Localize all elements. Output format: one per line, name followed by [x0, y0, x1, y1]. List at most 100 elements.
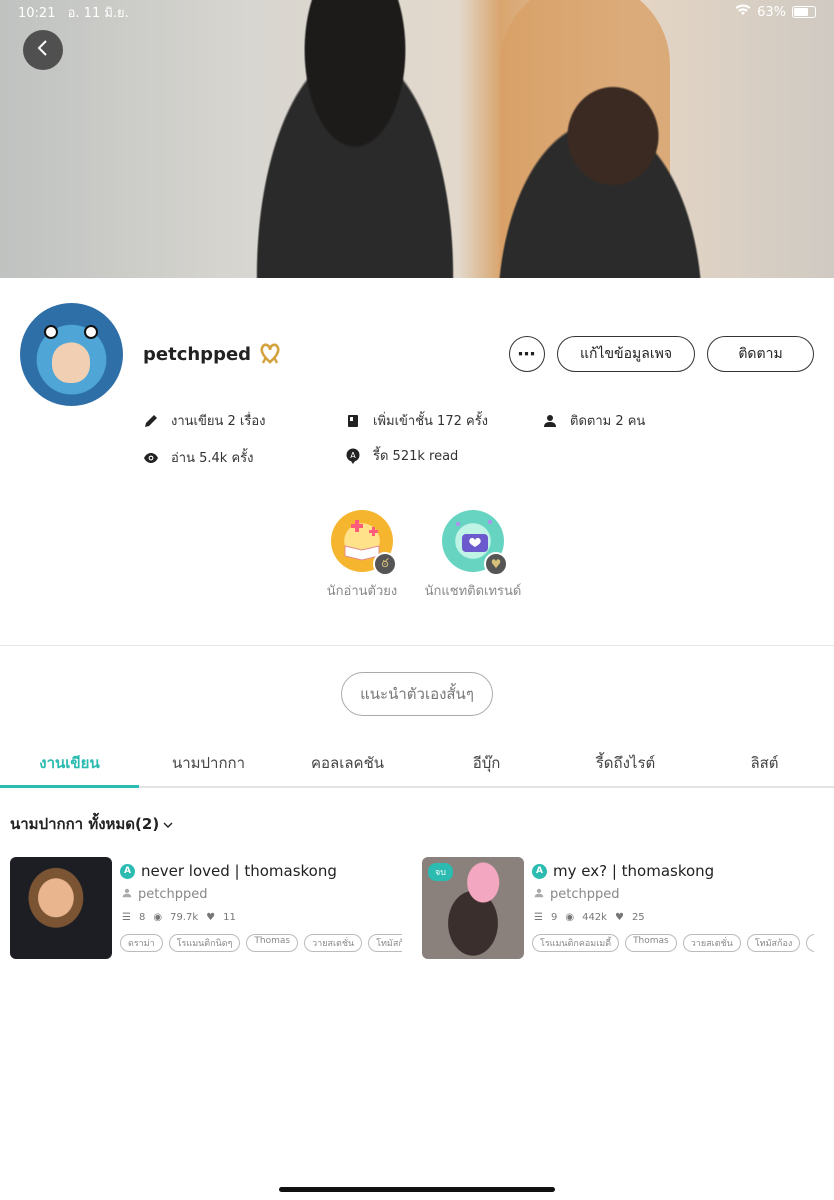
- status-time: 10:21: [18, 5, 56, 21]
- gold-knot-icon: [257, 341, 283, 367]
- tab-read-to-writer[interactable]: รี้ดถึงไรต์: [556, 740, 695, 786]
- badge-trending-chatter[interactable]: ♥ นักแชทติดเทรนด์: [423, 510, 523, 601]
- status-time-date: 10:21 อ. 11 มิ.ย.: [18, 2, 129, 23]
- story-tag[interactable]: โรแมนติกนิดๆ: [168, 934, 241, 952]
- battery-percent: 63%: [757, 4, 786, 20]
- tab-works[interactable]: งานเขียน: [0, 740, 139, 788]
- more-options-button[interactable]: ⋯: [509, 336, 545, 372]
- avatar-face: [52, 343, 90, 383]
- status-bar: 10:21 อ. 11 มิ.ย. 63%: [0, 0, 834, 24]
- story-title: A my ex? | thomaskong: [532, 862, 714, 880]
- story-tag[interactable]: วายสเตชั่น: [304, 934, 363, 952]
- svg-text:A: A: [350, 451, 356, 460]
- stat-shelf-text: เพิ่มเข้าชั้น 172 ครั้ง: [373, 414, 489, 429]
- chevron-down-icon: [163, 815, 173, 833]
- story-tag[interactable]: วายสเตชั่น: [682, 934, 741, 952]
- tab-collections[interactable]: คอลเลคชัน: [278, 740, 417, 786]
- open-book-badge-icon: ఠ: [331, 510, 397, 576]
- cover-figure-left: [230, 0, 480, 278]
- story-tags: ดราม่า โรแมนติกนิดๆ Thomas วายสเตชั่น โท…: [120, 934, 402, 952]
- chevron-left-icon: [36, 38, 50, 63]
- story-tag[interactable]: โทมัสก้อง: [746, 934, 801, 952]
- story-title: A never loved | thomaskong: [120, 862, 337, 880]
- stat-followers-text: ติดตาม 2 คน: [570, 414, 646, 429]
- profile-name-text: petchpped: [143, 343, 252, 365]
- story-author[interactable]: petchpped: [122, 887, 208, 902]
- pen-name-filter[interactable]: นามปากกา ทั้งหมด(2): [10, 812, 173, 836]
- wifi-icon: [735, 4, 751, 20]
- stat-followers: ติดตาม 2 คน: [542, 410, 645, 431]
- stat-shelf: เพิ่มเข้าชั้น 172 ครั้ง: [345, 410, 488, 431]
- gold-knot-mini-icon: ఠ: [373, 552, 397, 576]
- heart-mini-icon: ♥: [484, 552, 508, 576]
- follow-button[interactable]: ติดตาม: [707, 336, 814, 372]
- heart-icon: ♥: [614, 912, 624, 923]
- story-like-count: 11: [223, 912, 236, 923]
- story-title-text: never loved | thomaskong: [141, 862, 337, 880]
- story-tag[interactable]: t: [806, 934, 814, 952]
- story-like-count: 25: [631, 912, 645, 923]
- cover-photo: [0, 0, 834, 278]
- story-cover-image: จบ: [422, 857, 524, 959]
- pen-name-filter-label: นามปากกา ทั้งหมด(2): [10, 815, 160, 833]
- views-icon: ◉: [153, 912, 163, 923]
- story-chapter-count: 9: [550, 912, 558, 923]
- stat-read-ticks: A รี้ด 521k read: [345, 445, 458, 466]
- story-tag[interactable]: ดราม่า: [120, 934, 163, 952]
- chat-heart-badge-icon: ♥: [442, 510, 508, 576]
- eye-icon: [143, 450, 159, 466]
- person-icon: [534, 887, 544, 902]
- badge-trending-chatter-label: นักแชทติดเทรนด์: [424, 584, 522, 599]
- profile-tabs: งานเขียน นามปากกา คอลเลคชัน อีบุ๊ก รี้ดถ…: [0, 740, 834, 788]
- status-date: อ. 11 มิ.ย.: [67, 5, 129, 21]
- story-card[interactable]: จบ A my ex? | thomaskong petchpped ☰ 9 ◉ 4…: [422, 857, 822, 961]
- heart-icon: ♥: [206, 912, 216, 923]
- badge-avid-reader[interactable]: ఠ นักอ่านตัวยง: [312, 510, 412, 601]
- story-cover-image: [10, 857, 112, 959]
- story-rating-badge: A: [532, 863, 547, 879]
- story-author-name: petchpped: [550, 887, 620, 902]
- story-title-text: my ex? | thomaskong: [553, 862, 715, 880]
- story-rating-badge: A: [120, 863, 135, 879]
- more-icon: ⋯: [517, 343, 537, 365]
- tab-pen-names[interactable]: นามปากกา: [139, 740, 278, 786]
- story-tag[interactable]: Thomas: [246, 934, 299, 952]
- back-button[interactable]: [23, 30, 63, 70]
- list-icon: ☰: [534, 912, 543, 923]
- avatar-eye-right: [84, 325, 98, 339]
- profile-name: petchpped: [143, 341, 283, 367]
- person-icon: [542, 413, 558, 429]
- story-view-count: 442k: [582, 912, 607, 923]
- badge-avid-reader-label: นักอ่านตัวยง: [326, 584, 398, 599]
- stat-read-ticks-text: รี้ด 521k read: [373, 449, 459, 464]
- stat-reads-text: อ่าน 5.4k ครั้ง: [171, 451, 254, 466]
- avatar[interactable]: [20, 303, 123, 406]
- story-meta: ☰ 9 ◉ 442k ♥ 25: [534, 912, 645, 923]
- stat-works: งานเขียน 2 เรื่อง: [143, 410, 266, 431]
- read-a-icon: A: [345, 448, 361, 464]
- short-intro-button[interactable]: แนะนำตัวเองสั้นๆ: [341, 672, 493, 716]
- list-icon: ☰: [122, 912, 131, 923]
- story-chapter-count: 8: [138, 912, 146, 923]
- person-icon: [122, 887, 132, 902]
- book-icon: [345, 413, 361, 429]
- story-card[interactable]: A never loved | thomaskong petchpped ☰ 8 …: [10, 857, 410, 961]
- avatar-eye-left: [44, 325, 58, 339]
- battery-icon: [792, 6, 816, 18]
- section-divider: [0, 645, 834, 646]
- story-tags: โรแมนติกคอมเมดี้ Thomas วายสเตชั่น โทมัส…: [532, 934, 814, 952]
- tab-lists[interactable]: ลิสต์: [695, 740, 834, 786]
- story-author-name: petchpped: [138, 887, 208, 902]
- stat-works-text: งานเขียน 2 เรื่อง: [171, 414, 266, 429]
- home-indicator[interactable]: [279, 1187, 555, 1192]
- pencil-icon: [143, 413, 159, 429]
- story-tag[interactable]: โรแมนติกคอมเมดี้: [532, 934, 620, 952]
- story-author[interactable]: petchpped: [534, 887, 620, 902]
- tab-ebooks[interactable]: อีบุ๊ก: [417, 740, 556, 786]
- stat-reads: อ่าน 5.4k ครั้ง: [143, 447, 254, 468]
- story-tag[interactable]: Thomas: [625, 934, 677, 952]
- edit-page-button[interactable]: แก้ไขข้อมูลเพจ: [557, 336, 695, 372]
- cover-figure-right: [470, 70, 730, 278]
- completed-badge: จบ: [428, 863, 453, 881]
- story-tag[interactable]: โทมัสก้อง: [368, 934, 402, 952]
